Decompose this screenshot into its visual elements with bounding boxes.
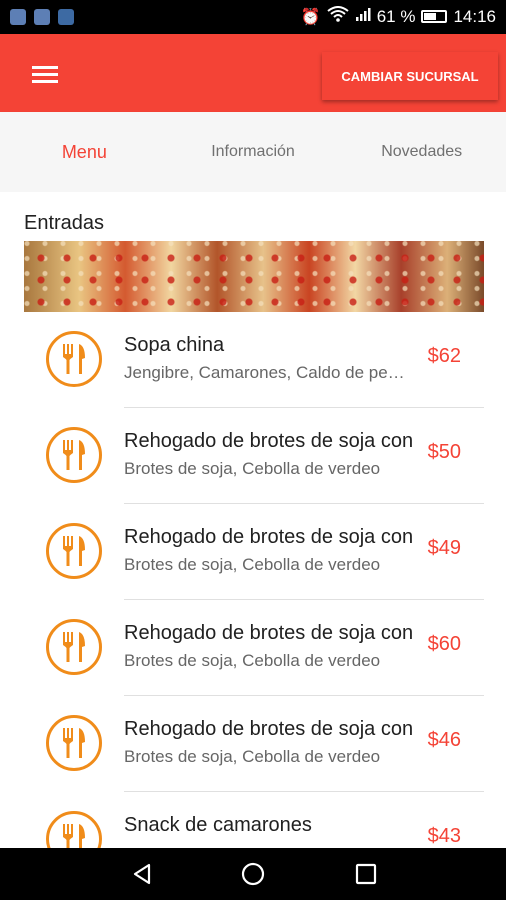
tab-menu[interactable]: Menu <box>0 112 169 192</box>
wifi-icon <box>327 6 349 27</box>
menu-line <box>32 66 58 69</box>
item-name: Snack de camarones <box>124 814 312 836</box>
home-circle-icon[interactable] <box>241 862 265 886</box>
status-bar: ⏰ 61 % 14:16 <box>0 0 506 34</box>
fork-knife-icon <box>46 427 102 483</box>
item-name: Rehogado de brotes de soja con <box>124 526 412 548</box>
fork-knife-icon <box>46 715 102 771</box>
item-description: Jengibre, Camarones, Caldo de pescado <box>124 363 412 382</box>
menu-content[interactable]: Entradas Sopa china Jengibre, Camarones, … <box>0 192 506 848</box>
list-item[interactable]: Rehogado de brotes de soja con Brotes de … <box>0 696 506 792</box>
fork-knife-icon <box>46 619 102 675</box>
section-banner-image <box>24 241 484 312</box>
status-time: 14:16 <box>453 6 496 26</box>
fork-knife-icon <box>46 811 102 848</box>
tab-bar: Menu Información Novedades <box>0 112 506 192</box>
item-description: Brotes de soja, Cebolla de verdeo <box>124 555 381 574</box>
item-price: $50 <box>427 441 461 463</box>
change-branch-button[interactable]: CAMBIAR SUCURSAL <box>322 52 498 100</box>
tab-informacion[interactable]: Información <box>169 112 338 192</box>
tab-novedades[interactable]: Novedades <box>337 112 506 192</box>
item-description: Brotes de soja, Cebolla de verdeo <box>124 651 381 670</box>
list-item[interactable]: Rehogado de brotes de soja con Brotes de … <box>0 504 506 600</box>
menu-line <box>32 80 58 83</box>
notification-app-icon <box>10 9 26 25</box>
item-name: Rehogado de brotes de soja con <box>124 718 412 740</box>
battery-fill <box>424 13 437 20</box>
list-item[interactable]: Sopa china Jengibre, Camarones, Caldo de … <box>0 312 506 408</box>
recents-square-icon[interactable] <box>354 862 378 886</box>
item-price: $60 <box>427 633 461 655</box>
fork-knife-icon <box>46 331 102 387</box>
item-description: Brotes de soja, Cebolla de verdeo <box>124 459 381 478</box>
signal-icon <box>355 6 371 27</box>
system-nav-bar <box>0 848 506 900</box>
item-description: Brotes de soja, Cebolla de verdeo <box>124 747 381 766</box>
notification-shield-icon <box>58 9 74 25</box>
battery-percent: 61 % <box>376 6 416 26</box>
item-name: Sopa china <box>124 334 225 356</box>
fork-knife-icon <box>46 523 102 579</box>
item-name: Rehogado de brotes de soja con <box>124 430 412 452</box>
notification-icons <box>10 9 74 25</box>
list-item[interactable]: Snack de camarones $43 <box>0 792 506 848</box>
item-name: Rehogado de brotes de soja con <box>124 622 412 644</box>
status-indicators: ⏰ 61 % 14:16 <box>301 6 496 27</box>
item-price: $62 <box>427 345 461 367</box>
battery-icon <box>421 10 448 23</box>
menu-line <box>32 73 58 76</box>
back-triangle-icon[interactable] <box>130 862 154 886</box>
notification-app-icon <box>34 9 50 25</box>
item-price: $46 <box>427 729 461 751</box>
list-item[interactable]: Rehogado de brotes de soja con Brotes de … <box>0 600 506 696</box>
app-toolbar: CAMBIAR SUCURSAL <box>0 34 506 112</box>
section-title: Entradas <box>24 212 105 234</box>
list-item[interactable]: Rehogado de brotes de soja con Brotes de … <box>0 408 506 504</box>
item-price: $49 <box>427 537 461 559</box>
item-price: $43 <box>427 825 461 847</box>
banner-texture <box>24 241 484 312</box>
alarm-icon: ⏰ <box>300 8 321 26</box>
hamburger-menu-icon[interactable] <box>32 66 58 84</box>
